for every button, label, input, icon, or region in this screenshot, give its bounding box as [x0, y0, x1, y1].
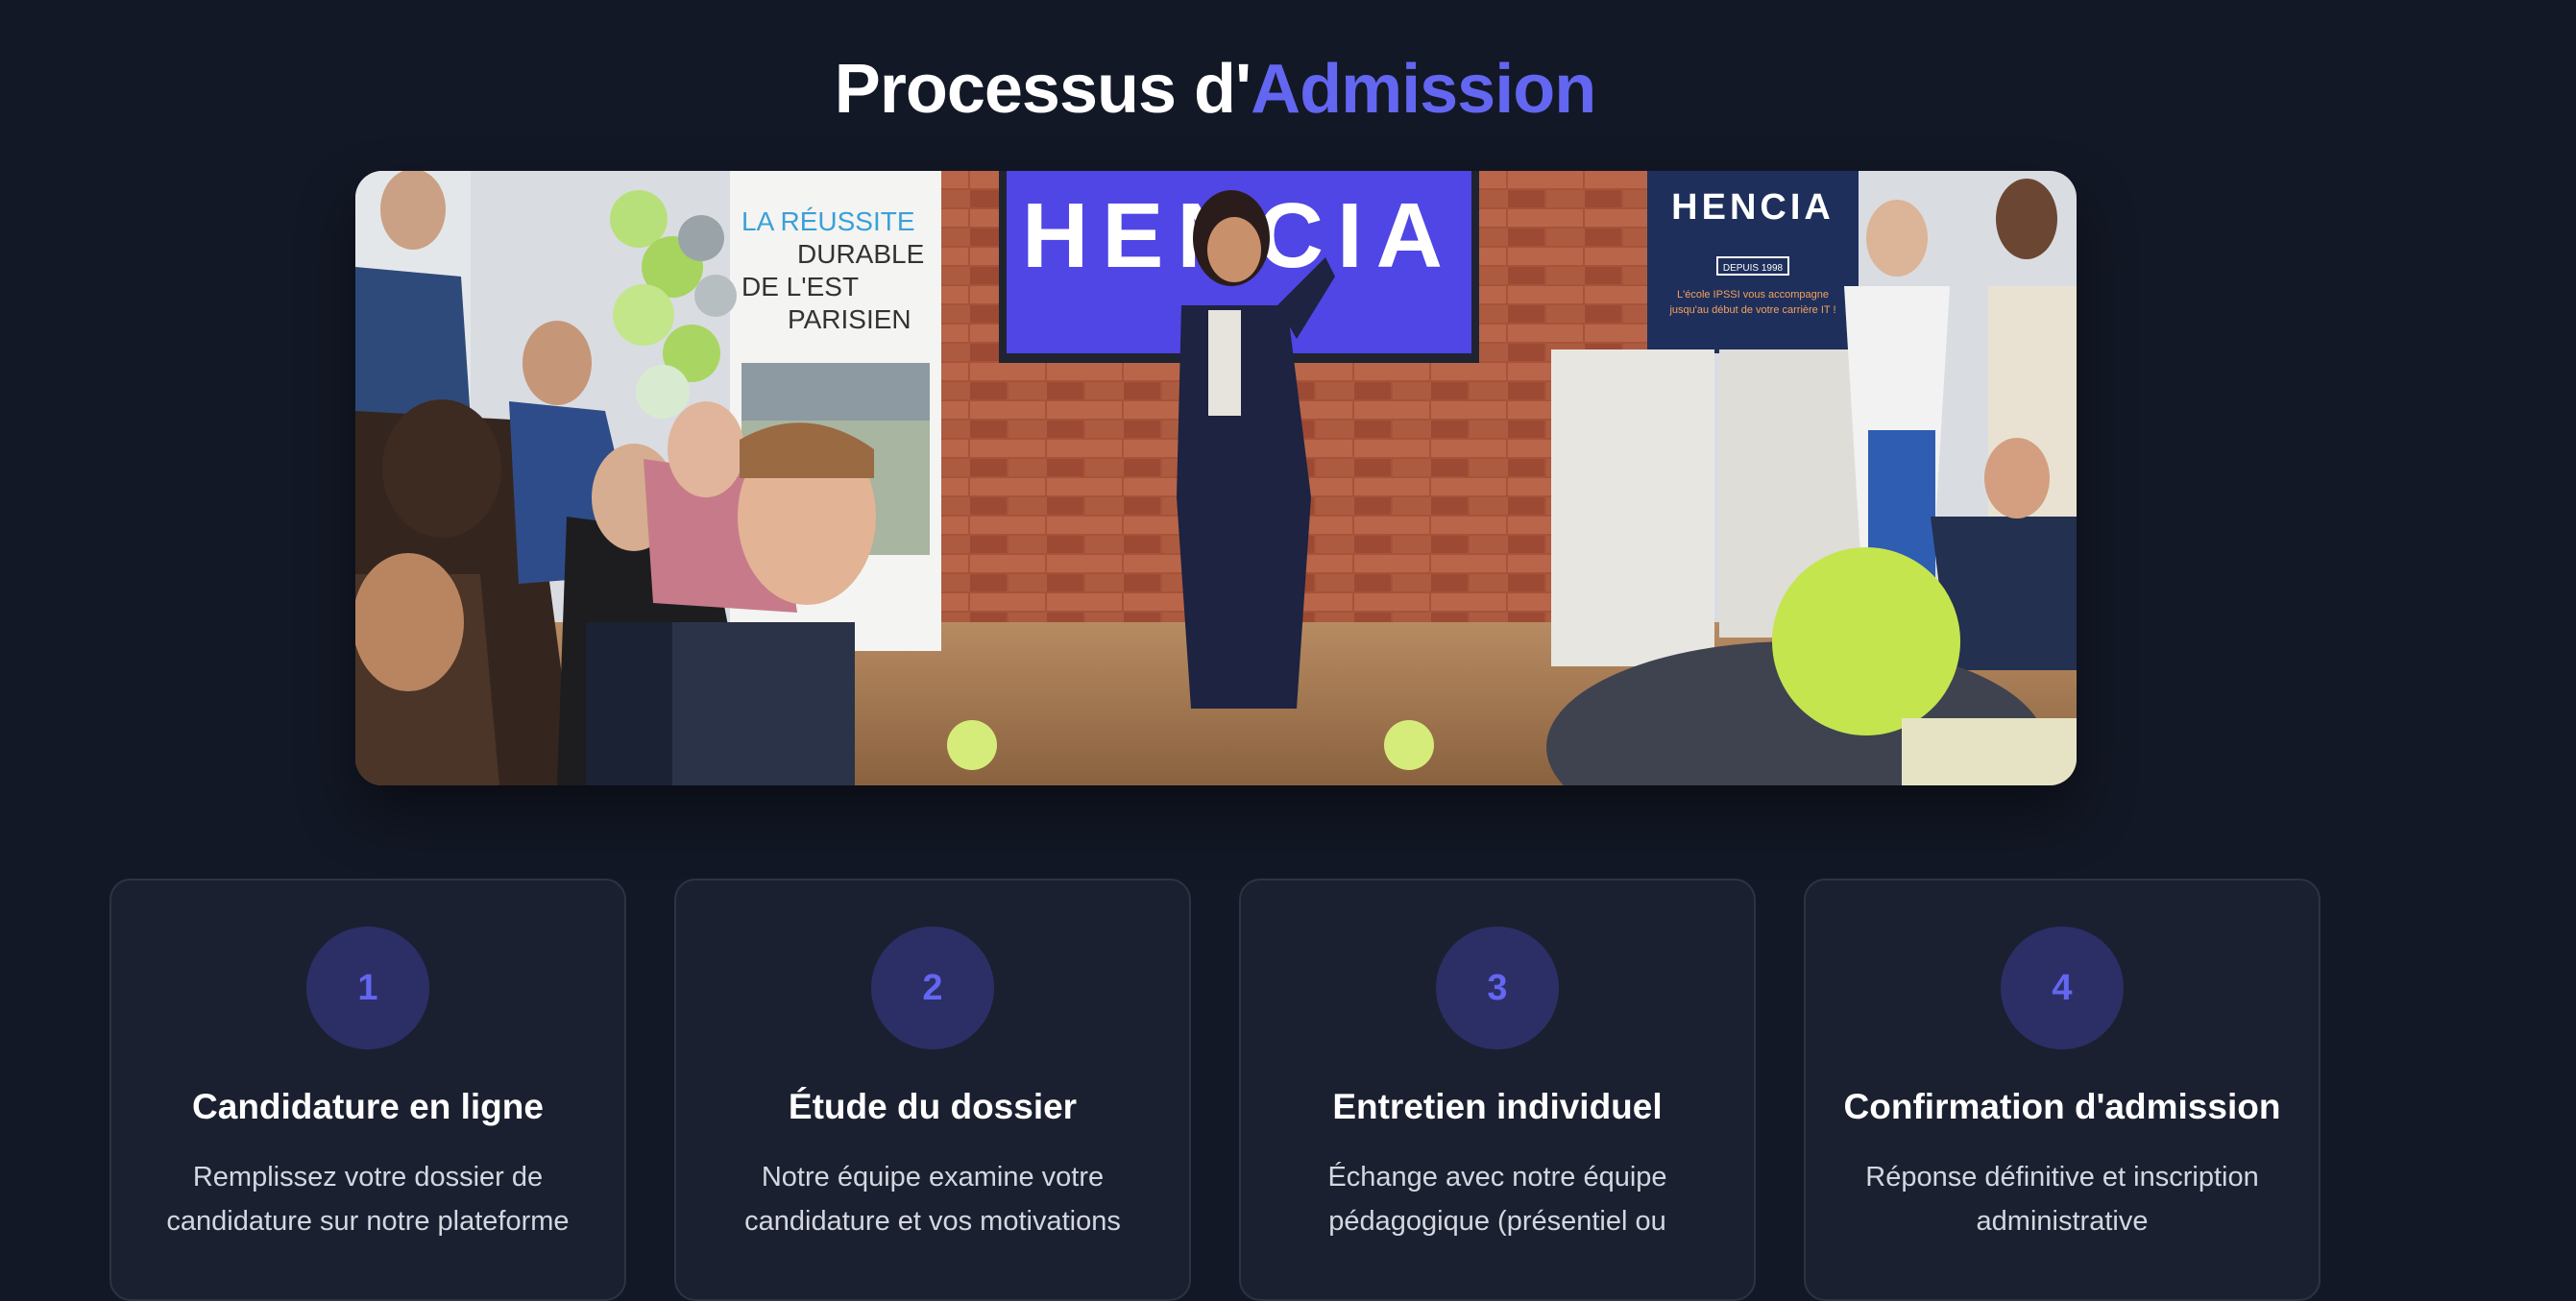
- banner-right-text-1: L'école IPSSI vous accompagne: [1677, 289, 1829, 301]
- step-title: Étude du dossier: [788, 1087, 1078, 1126]
- step-description: Réponse définitive et inscription admini…: [1865, 1162, 2259, 1237]
- step-number-badge: 3: [1436, 927, 1559, 1049]
- step-description: Échange avec notre équipe pédagogique (p…: [1327, 1162, 1667, 1237]
- banner-right-logo: HENCIA: [1671, 187, 1835, 228]
- step-number-badge: 2: [871, 927, 994, 1049]
- banner-line-2: DURABLE: [797, 239, 924, 269]
- admission-steps: 1 Candidature en ligne Remplissez votre …: [109, 879, 2321, 1301]
- step-card-2: 2 Étude du dossier Notre équipe examine …: [674, 879, 1191, 1301]
- banner-right-text-2: jusqu'au début de votre carrière IT !: [1668, 304, 1835, 316]
- title-prefix: Processus d': [834, 51, 1252, 129]
- step-card-4: 4 Confirmation d'admission Réponse défin…: [1804, 879, 2321, 1301]
- step-title: Confirmation d'admission: [1843, 1087, 2281, 1126]
- step-description: Remplissez votre dossier de candidature …: [166, 1162, 570, 1237]
- step-card-3: 3 Entretien individuel Échange avec notr…: [1239, 879, 1756, 1301]
- step-title: Entretien individuel: [1332, 1087, 1663, 1126]
- banner-line-1: LA RÉUSSITE: [741, 206, 915, 236]
- banner-line-4: PARISIEN: [788, 304, 911, 334]
- hero-image: HENCIA LA RÉUSSITE DURABLE DE L'EST PARI…: [355, 171, 2077, 785]
- step-number-badge: 1: [306, 927, 429, 1049]
- title-accent: Admission: [1251, 51, 1596, 129]
- banner-right-badge: DEPUIS 1998: [1723, 263, 1784, 274]
- section-title: Processus d'Admission: [0, 46, 2430, 133]
- step-card-1: 1 Candidature en ligne Remplissez votre …: [109, 879, 626, 1301]
- banner-line-3: DE L'EST: [741, 272, 859, 301]
- step-title: Candidature en ligne: [192, 1087, 544, 1126]
- step-number-badge: 4: [2001, 927, 2124, 1049]
- step-description: Notre équipe examine votre candidature e…: [744, 1162, 1121, 1237]
